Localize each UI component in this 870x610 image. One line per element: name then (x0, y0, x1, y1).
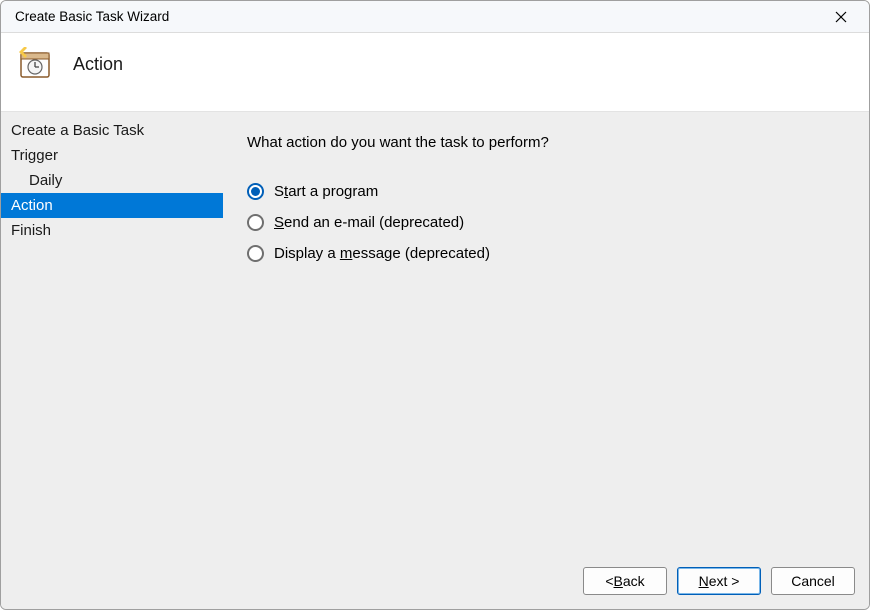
wizard-body: Create a Basic Task Trigger Daily Action… (1, 112, 869, 559)
close-button[interactable] (821, 3, 861, 31)
radio-label: Start a program (274, 183, 378, 200)
wizard-sidebar: Create a Basic Task Trigger Daily Action… (1, 112, 223, 559)
action-prompt: What action do you want the task to perf… (247, 134, 845, 151)
radio-label: Send an e-mail (deprecated) (274, 214, 464, 231)
radio-display-message[interactable]: Display a message (deprecated) (247, 245, 845, 262)
radio-label: Display a message (deprecated) (274, 245, 490, 262)
sidebar-item-create-basic-task[interactable]: Create a Basic Task (1, 118, 223, 143)
sidebar-item-label: Daily (29, 172, 62, 189)
titlebar: Create Basic Task Wizard (1, 1, 869, 33)
wizard-content: What action do you want the task to perf… (223, 112, 869, 559)
sidebar-item-label: Trigger (11, 147, 58, 164)
sidebar-item-label: Create a Basic Task (11, 122, 144, 139)
back-button[interactable]: < Back (583, 567, 667, 595)
next-button[interactable]: Next > (677, 567, 761, 595)
close-icon (835, 11, 847, 23)
radio-icon (247, 183, 264, 200)
wizard-window: Create Basic Task Wizard Action Cre (0, 0, 870, 610)
page-title: Action (73, 54, 123, 75)
window-title: Create Basic Task Wizard (15, 9, 821, 24)
sidebar-item-finish[interactable]: Finish (1, 218, 223, 243)
cancel-button[interactable]: Cancel (771, 567, 855, 595)
radio-send-email[interactable]: Send an e-mail (deprecated) (247, 214, 845, 231)
radio-icon (247, 214, 264, 231)
sidebar-item-label: Finish (11, 222, 51, 239)
sidebar-item-trigger[interactable]: Trigger (1, 143, 223, 168)
wizard-footer: < Back Next > Cancel (1, 559, 869, 609)
radio-start-program[interactable]: Start a program (247, 183, 845, 200)
wizard-header: Action (1, 33, 869, 112)
sidebar-item-label: Action (11, 197, 53, 214)
sidebar-item-action[interactable]: Action (1, 193, 223, 218)
sidebar-item-daily[interactable]: Daily (1, 168, 223, 193)
scheduler-icon (19, 47, 53, 81)
radio-icon (247, 245, 264, 262)
